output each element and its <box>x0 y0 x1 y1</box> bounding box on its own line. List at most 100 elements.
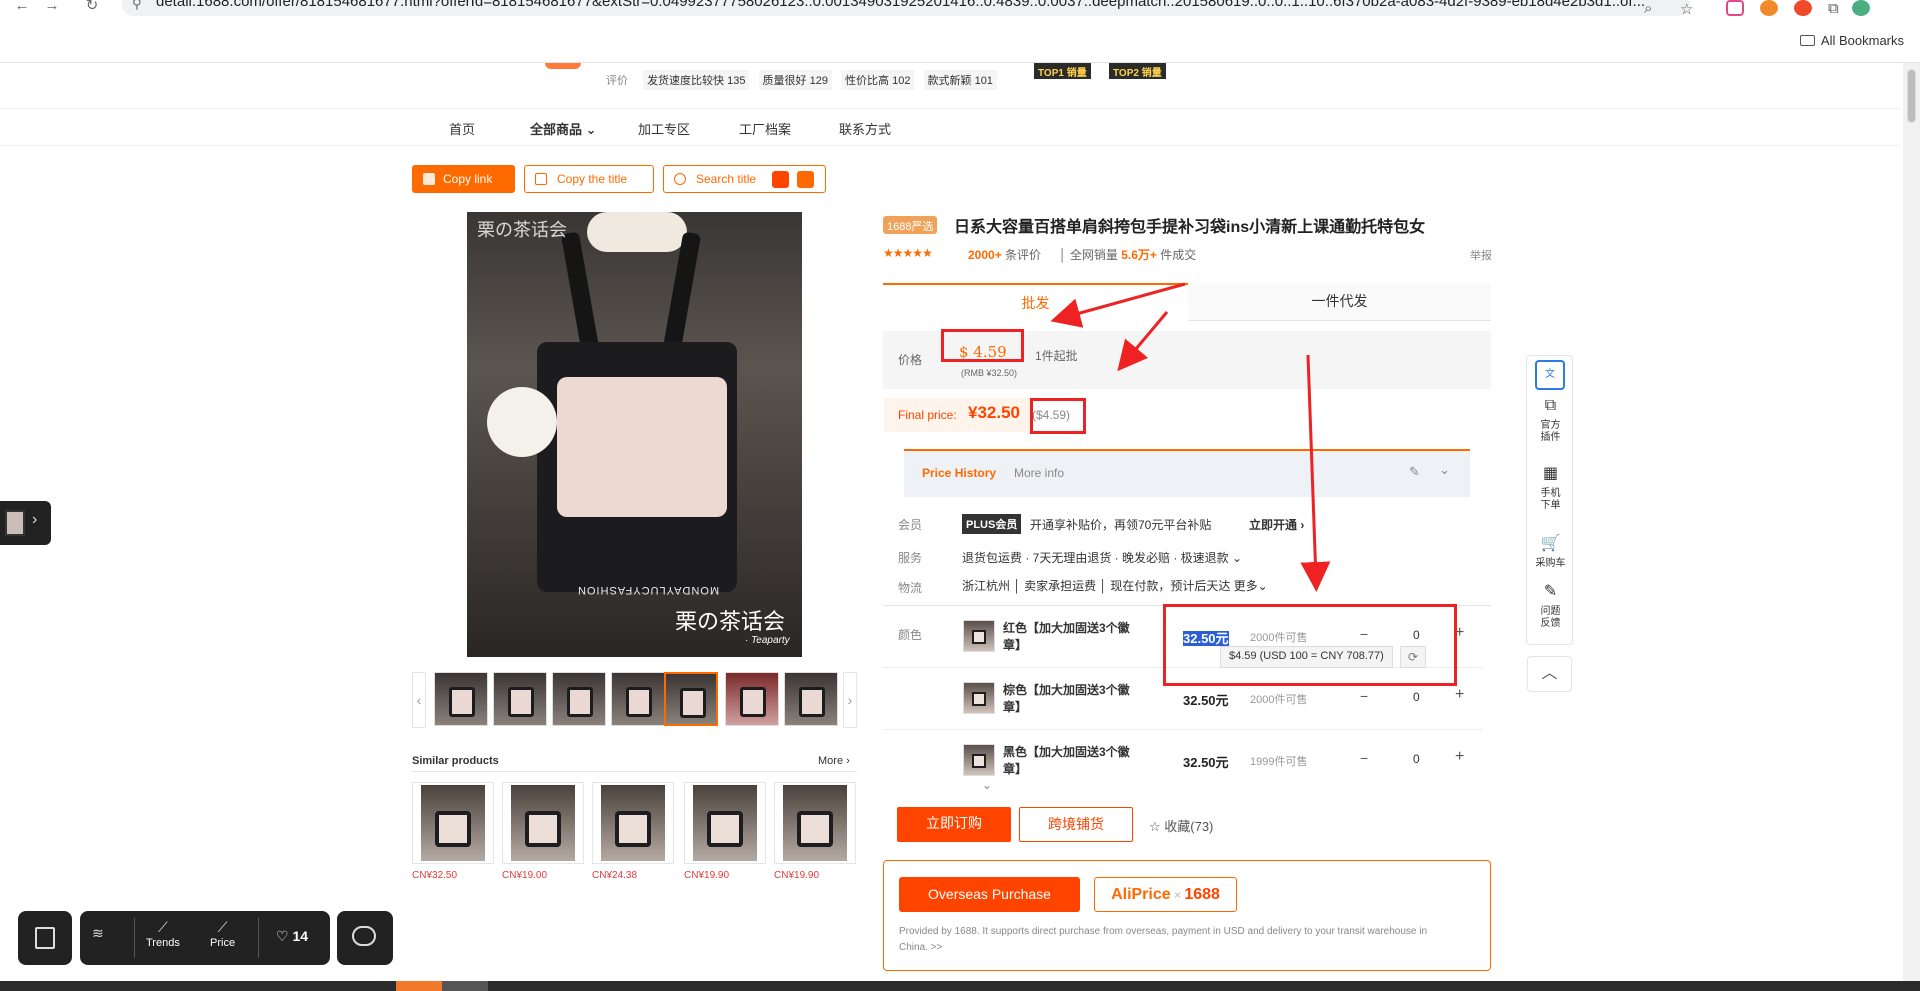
tab-dropship[interactable]: 一件代发 <box>1188 283 1491 321</box>
sku-thumb[interactable] <box>963 744 995 776</box>
similar-product[interactable] <box>774 782 856 864</box>
price-button[interactable]: ⟋ Price <box>210 919 235 949</box>
back-to-top-icon[interactable]: ︿ <box>1527 656 1572 692</box>
thumbnail-active[interactable] <box>664 672 718 726</box>
bag-brand-text: MONDAYLUCYFASHION <box>577 584 720 596</box>
nav-contact[interactable]: 联系方式 <box>839 119 891 138</box>
chevron-down-icon[interactable]: ⌄ <box>1439 462 1450 478</box>
overseas-purchase-panel: Overseas Purchase AliPrice × 1688 Provid… <box>883 860 1491 971</box>
member-label: 会员 <box>898 518 923 532</box>
page-scrollbar[interactable] <box>1903 63 1920 991</box>
aliprice-1688-logo: AliPrice × 1688 <box>1094 877 1237 912</box>
chat-widget[interactable] <box>337 911 393 965</box>
favorites-button[interactable]: ♡ 14 <box>276 928 308 945</box>
qty-minus-button[interactable]: − <box>1360 750 1368 766</box>
review-count[interactable]: 2000+ 条评价 <box>968 246 1041 263</box>
side-product-widget[interactable]: › <box>0 501 51 545</box>
tab-price-history[interactable]: Price History <box>922 466 996 480</box>
thumbnail[interactable] <box>611 672 665 726</box>
nav-factory[interactable]: 工厂档案 <box>739 119 791 138</box>
tmall-icon[interactable] <box>797 171 814 188</box>
qty-plus-button[interactable]: + <box>1455 686 1464 704</box>
search-icon[interactable]: ⌕ <box>1644 0 1652 17</box>
similar-product[interactable] <box>592 782 674 864</box>
purchase-tabs: 批发 一件代发 <box>883 283 1491 321</box>
top1-badge: TOP1 销量 <box>1034 63 1091 79</box>
thumbnail[interactable] <box>725 672 779 726</box>
search-icon <box>674 173 686 185</box>
annotation-box <box>1163 604 1457 686</box>
aliprice-extension-icon[interactable] <box>1760 0 1778 16</box>
extension-icon-2[interactable] <box>1794 0 1812 16</box>
star-icon[interactable]: ☆ <box>1680 0 1693 18</box>
cart-button[interactable]: 🛒 采购车 <box>1527 536 1574 570</box>
qty-plus-button[interactable]: + <box>1455 748 1464 766</box>
feedback-button[interactable]: ✎ 问题反馈 <box>1527 584 1574 630</box>
similar-product[interactable] <box>412 782 494 864</box>
sku-stock: 1999件可售 <box>1250 756 1308 768</box>
member-open-link[interactable]: 立即开通 › <box>1249 516 1304 533</box>
report-link[interactable]: 举报 <box>1470 247 1492 263</box>
layers-icon[interactable]: ≋ <box>92 925 104 943</box>
thumb-prev-icon[interactable]: ‹ <box>412 672 426 728</box>
service-text[interactable]: 退货包运费 · 7天无理由退货 · 晚发必赔 · 极速退款 ⌄ <box>962 549 1242 566</box>
taobao-icon[interactable] <box>772 171 789 188</box>
buy-now-button[interactable]: 立即订购 <box>897 807 1011 842</box>
all-bookmarks[interactable]: All Bookmarks <box>1799 33 1904 48</box>
final-price-box: Final price: ¥32.50 <box>884 398 1030 432</box>
reload-icon[interactable]: ↻ <box>78 0 106 16</box>
overseas-purchase-button[interactable]: Overseas Purchase <box>899 877 1080 912</box>
similar-product[interactable] <box>684 782 766 864</box>
similar-price: CN¥24.38 <box>592 870 638 881</box>
qty-minus-button[interactable]: − <box>1360 688 1368 704</box>
back-icon[interactable]: ← <box>8 0 36 16</box>
copy-title-button[interactable]: Copy the title <box>524 165 654 193</box>
address-bar[interactable]: ⚲ detail.1688.com/offer/818154681677.htm… <box>122 0 1690 16</box>
copy-link-button[interactable]: Copy link <box>412 165 515 193</box>
extensions-puzzle-icon[interactable]: ⧉ <box>1828 0 1839 17</box>
tab-more-info[interactable]: More info <box>1014 466 1064 480</box>
site-info-icon[interactable]: ⚲ <box>132 0 142 14</box>
thumbnail[interactable] <box>434 672 488 726</box>
qty-input[interactable]: 0 <box>1413 752 1420 766</box>
product-title: 日系大容量百搭单肩斜挎包手提补习袋ins小清新上课通勤托特包女 <box>954 219 1426 236</box>
rating-chip: 款式新颖 101 <box>923 70 997 90</box>
nav-home[interactable]: 首页 <box>449 119 475 138</box>
store-nav: 首页 全部商品 ⌄ 加工专区 工厂档案 联系方式 <box>0 108 1900 146</box>
trends-button[interactable]: ⟋ Trends <box>146 919 180 949</box>
thumb-next-icon[interactable]: › <box>843 672 857 728</box>
qty-input[interactable]: 0 <box>1413 690 1420 704</box>
search-title-button[interactable]: Search title <box>663 165 826 193</box>
mobile-order-button[interactable]: ▦ 手机下单 <box>1527 465 1574 512</box>
profile-avatar[interactable] <box>1852 0 1870 16</box>
official-plugin-button[interactable]: ⧉ 官方插件 <box>1527 398 1574 444</box>
forward-icon[interactable]: → <box>38 0 66 16</box>
trend-icon: ⟋ <box>158 919 168 935</box>
edit-icon[interactable]: ✎ <box>1409 464 1420 480</box>
overseas-description[interactable]: Provided by 1688. It supports direct pur… <box>899 924 1439 956</box>
thumbnail[interactable] <box>552 672 606 726</box>
favorite-button[interactable]: ☆ 收藏(73) <box>1149 816 1213 835</box>
sku-thumb[interactable] <box>963 682 995 714</box>
cross-border-button[interactable]: 跨境铺货 <box>1019 807 1133 842</box>
qr-icon: ▦ <box>1542 465 1559 482</box>
sku-row: 黑色【加大加固送3个徽章】 32.50元 1999件可售 − 0 + <box>883 730 1483 778</box>
scrollbar-thumb[interactable] <box>1907 69 1916 123</box>
shopping-bag-widget[interactable] <box>18 911 72 965</box>
similar-more-link[interactable]: More › <box>818 755 850 767</box>
side-product-thumb <box>5 510 25 536</box>
expand-chevron-icon[interactable]: ⌄ <box>982 778 992 792</box>
similar-product[interactable] <box>502 782 584 864</box>
logistics-text[interactable]: 浙江杭州 │ 卖家承担运费 │ 现在付款，预计后天达 更多⌄ <box>962 577 1268 594</box>
extension-icon[interactable] <box>1726 0 1744 16</box>
annotation-box <box>941 329 1024 362</box>
nav-processing[interactable]: 加工专区 <box>638 119 690 138</box>
thumbnail[interactable] <box>493 672 547 726</box>
tab-wholesale[interactable]: 批发 <box>883 283 1188 321</box>
nav-all-products[interactable]: 全部商品 ⌄ <box>530 119 597 138</box>
thumbnail[interactable] <box>784 672 838 726</box>
top2-badge: TOP2 销量 <box>1109 63 1166 79</box>
main-product-image[interactable]: 栗の茶话会 MONDAYLUCYFASHION 栗の茶话会 · Teaparty <box>467 212 802 657</box>
sku-thumb[interactable] <box>963 620 995 652</box>
price-chart-icon: ⟋ <box>217 919 228 935</box>
